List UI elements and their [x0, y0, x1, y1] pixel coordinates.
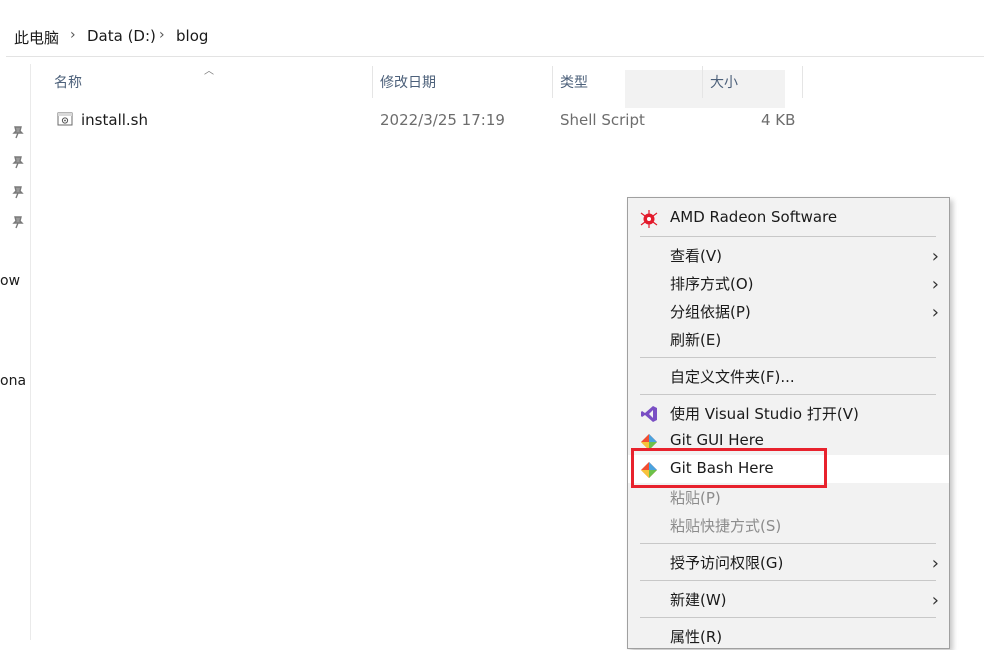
- nav-item-fragment[interactable]: ona: [0, 373, 26, 389]
- menu-separator: [640, 580, 936, 581]
- menu-label: 授予访问权限(G): [670, 554, 784, 572]
- column-header-type[interactable]: 类型: [560, 72, 588, 92]
- menu-item-amd-radeon[interactable]: AMD Radeon Software: [628, 204, 949, 232]
- shell-script-file-icon: [57, 112, 73, 126]
- divider: [6, 56, 984, 57]
- menu-item-open-visual-studio[interactable]: 使用 Visual Studio 打开(V): [628, 399, 949, 427]
- menu-separator: [640, 617, 936, 618]
- column-header-size[interactable]: 大小: [710, 72, 738, 92]
- menu-item-refresh[interactable]: 刷新(E): [628, 325, 949, 353]
- menu-label: 粘贴快捷方式(S): [670, 517, 782, 535]
- column-divider[interactable]: [552, 66, 553, 98]
- column-divider[interactable]: [372, 66, 373, 98]
- column-divider[interactable]: [702, 66, 703, 98]
- column-header-hover: [625, 70, 785, 108]
- nav-item-fragment[interactable]: ow: [0, 273, 20, 289]
- menu-label: AMD Radeon Software: [670, 208, 838, 226]
- chevron-right-icon: ›: [931, 553, 939, 574]
- menu-item-group[interactable]: 分组依据(P) ›: [628, 297, 949, 325]
- menu-item-sort[interactable]: 排序方式(O) ›: [628, 269, 949, 297]
- menu-item-view[interactable]: 查看(V) ›: [628, 241, 949, 269]
- breadcrumb-this-pc[interactable]: 此电脑: [14, 27, 59, 48]
- pin-icon: [12, 156, 24, 169]
- chevron-right-icon: ›: [931, 274, 939, 295]
- visual-studio-icon: [641, 406, 657, 422]
- menu-item-customize-folder[interactable]: 自定义文件夹(F)...: [628, 362, 949, 390]
- pin-icon: [12, 216, 24, 229]
- file-type: Shell Script: [560, 111, 645, 129]
- menu-item-grant-access[interactable]: 授予访问权限(G) ›: [628, 548, 949, 576]
- chevron-right-icon[interactable]: ›: [159, 27, 165, 43]
- annotation-highlight-box: [631, 448, 827, 488]
- menu-label: 使用 Visual Studio 打开(V): [670, 405, 859, 423]
- file-modified: 2022/3/25 17:19: [380, 111, 505, 129]
- menu-label: 查看(V): [670, 247, 722, 265]
- context-menu: AMD Radeon Software 查看(V) › 排序方式(O) › 分组…: [627, 197, 950, 649]
- chevron-right-icon: ›: [931, 302, 939, 323]
- pin-icon: [12, 126, 24, 139]
- menu-label: 分组依据(P): [670, 303, 751, 321]
- breadcrumb: 此电脑 › Data (D:) › blog: [0, 0, 998, 64]
- breadcrumb-data-drive[interactable]: Data (D:): [87, 27, 156, 45]
- chevron-right-icon: ›: [931, 590, 939, 611]
- menu-separator: [640, 394, 936, 395]
- menu-item-properties[interactable]: 属性(R): [628, 622, 949, 650]
- menu-separator: [640, 357, 936, 358]
- menu-label: Git GUI Here: [670, 431, 764, 449]
- menu-label: 属性(R): [670, 628, 723, 646]
- sort-ascending-icon: ︿: [204, 66, 214, 77]
- menu-label: 新建(W): [670, 591, 727, 609]
- menu-separator: [640, 543, 936, 544]
- menu-item-new[interactable]: 新建(W) ›: [628, 585, 949, 613]
- file-name[interactable]: install.sh: [81, 111, 148, 129]
- file-size: 4 KB: [761, 111, 796, 129]
- column-header-modified[interactable]: 修改日期: [380, 72, 436, 92]
- nav-pane-divider[interactable]: [30, 64, 31, 640]
- menu-label: 刷新(E): [670, 331, 722, 349]
- menu-separator: [640, 236, 936, 237]
- chevron-right-icon: ›: [931, 246, 939, 267]
- pin-icon: [12, 186, 24, 199]
- menu-label: 粘贴(P): [670, 489, 721, 507]
- menu-item-paste-shortcut[interactable]: 粘贴快捷方式(S): [628, 511, 949, 539]
- column-divider[interactable]: [802, 66, 803, 98]
- column-header-name[interactable]: 名称: [54, 72, 82, 92]
- chevron-right-icon[interactable]: ›: [70, 27, 76, 43]
- breadcrumb-blog[interactable]: blog: [176, 27, 208, 45]
- amd-radeon-icon: [640, 210, 658, 228]
- menu-label: 排序方式(O): [670, 275, 754, 293]
- menu-label: 自定义文件夹(F)...: [670, 368, 795, 386]
